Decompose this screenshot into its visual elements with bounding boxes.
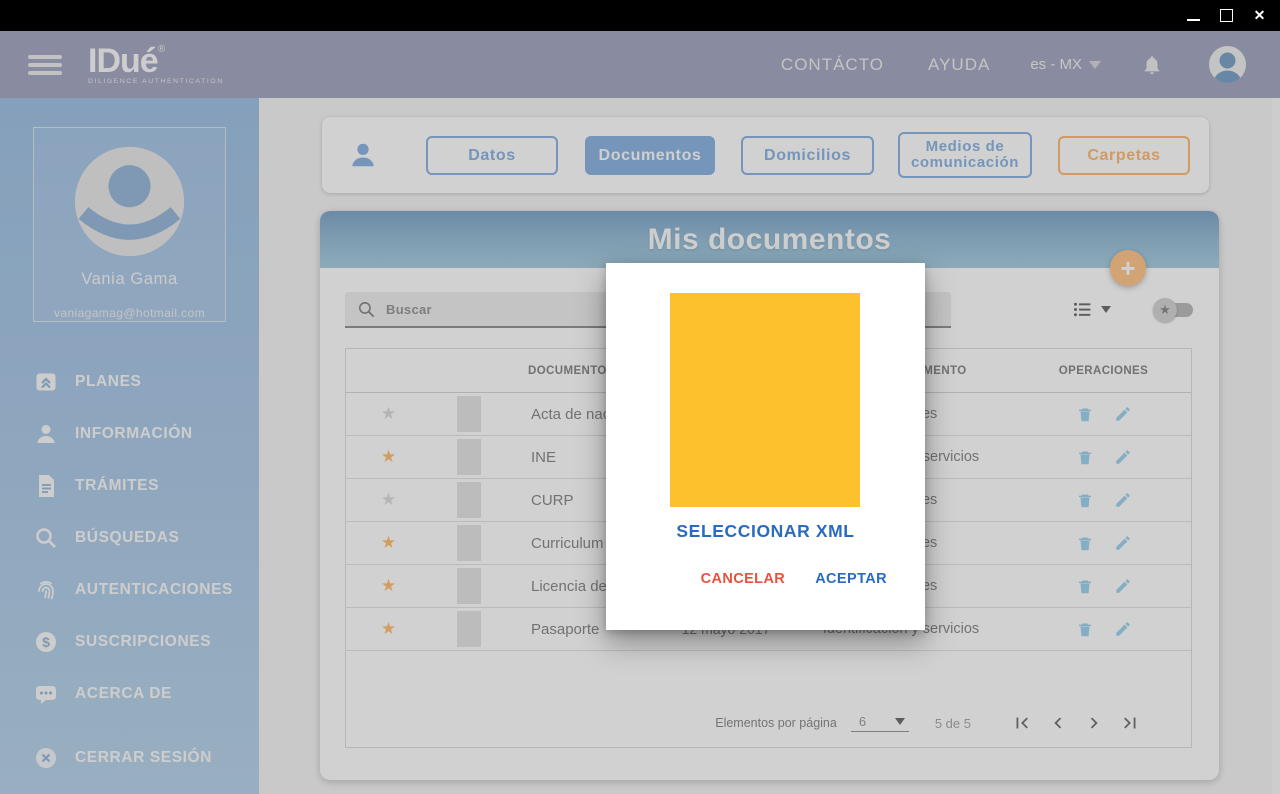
xml-dialog: SELECCIONAR XML CANCELAR ACEPTAR <box>606 263 925 630</box>
cancel-button[interactable]: CANCELAR <box>701 571 786 587</box>
select-xml-button[interactable]: SELECCIONAR XML <box>606 521 925 542</box>
window-titlebar: ✕ <box>0 0 1280 31</box>
dialog-actions: CANCELAR ACEPTAR <box>701 571 887 587</box>
minimize-icon[interactable] <box>1187 11 1200 21</box>
xml-preview-swatch <box>670 293 860 507</box>
maximize-icon[interactable] <box>1220 9 1233 22</box>
accept-button[interactable]: ACEPTAR <box>815 571 887 587</box>
close-icon[interactable]: ✕ <box>1253 9 1266 22</box>
app-window: ✕ IDué® DILIGENCE AUTHENTICATION CONTÁCT… <box>0 0 1280 794</box>
